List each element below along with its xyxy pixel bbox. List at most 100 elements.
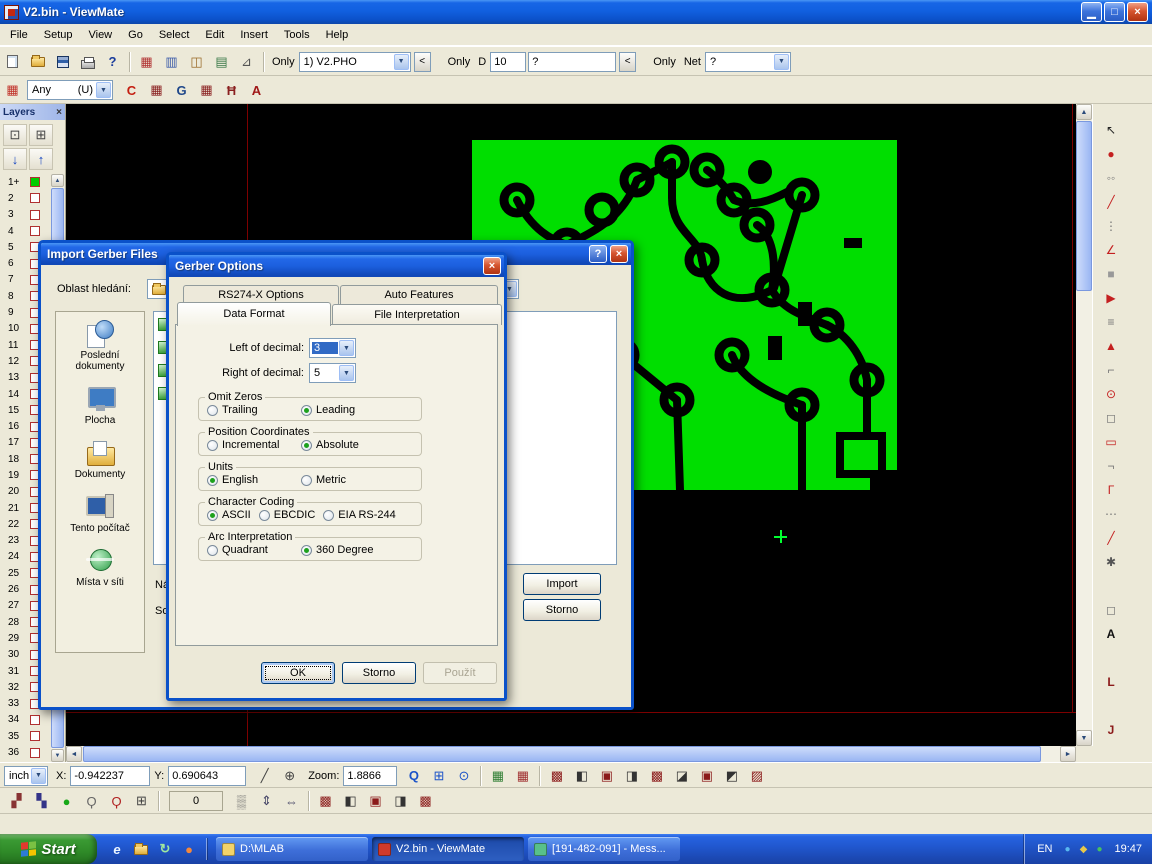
film-pattern-6-icon[interactable]: ◪ xyxy=(670,765,693,787)
chevron-down-icon[interactable]: ▼ xyxy=(96,82,111,98)
draw-arrow-icon[interactable]: ▶ xyxy=(1099,287,1123,309)
origin-icon[interactable]: ⊕ xyxy=(278,765,301,787)
cancel-button[interactable]: Storno xyxy=(342,662,416,684)
draw-circle-icon[interactable]: ⊙ xyxy=(1099,383,1123,405)
draw-slash-icon[interactable]: ╱ xyxy=(1099,527,1123,549)
layer-color-swatch[interactable] xyxy=(30,731,40,741)
radio-ebcdic[interactable]: EBCDIC xyxy=(259,509,316,521)
measure-icon[interactable]: ▥ xyxy=(160,51,183,73)
layer-color-swatch[interactable] xyxy=(30,177,40,187)
scroll-down-icon[interactable]: ▼ xyxy=(1076,730,1092,746)
levels-icon[interactable]: ≡ xyxy=(1099,311,1123,333)
radio-leading[interactable]: Leading xyxy=(301,404,355,416)
menu-go[interactable]: Go xyxy=(120,26,151,44)
dcode-input[interactable] xyxy=(490,52,526,72)
volume-tray-icon[interactable]: ◆ xyxy=(1075,841,1091,857)
signal-icon[interactable]: ● xyxy=(55,790,78,812)
radio-360-degree[interactable]: 360 Degree xyxy=(301,544,374,556)
ok-button[interactable]: OK xyxy=(261,662,335,684)
scroll-left-icon[interactable]: ◄ xyxy=(66,746,82,762)
radio-incremental[interactable]: Incremental xyxy=(207,439,293,451)
menu-view[interactable]: View xyxy=(80,26,120,44)
x-coordinate-field[interactable] xyxy=(70,766,150,786)
aperture-icon[interactable]: ▦ xyxy=(1,79,24,101)
film-pattern-7-icon[interactable]: ▣ xyxy=(695,765,718,787)
chevron-down-icon[interactable]: ▼ xyxy=(31,768,46,784)
tab-file-interpretation[interactable]: File Interpretation xyxy=(332,304,502,325)
layer-row-2[interactable]: 2 xyxy=(0,190,52,206)
only-layer-label[interactable]: Only xyxy=(272,56,295,68)
only-net-label[interactable]: Only xyxy=(653,56,676,68)
pad-pattern-4-icon[interactable]: ◨ xyxy=(389,790,412,812)
film-pattern-9-icon[interactable]: ▨ xyxy=(745,765,768,787)
layer-up-icon[interactable]: ↑ xyxy=(29,148,53,170)
grid-settings-icon[interactable]: ▦ xyxy=(135,51,158,73)
film-pattern-8-icon[interactable]: ◩ xyxy=(720,765,743,787)
grid-small-icon[interactable]: ⊞ xyxy=(130,790,153,812)
pad-pattern-1-icon[interactable]: ▩ xyxy=(314,790,337,812)
scroll-down-icon[interactable]: ▼ xyxy=(51,749,64,762)
place-documents[interactable]: Dokumenty xyxy=(56,439,144,480)
layer-color-swatch[interactable] xyxy=(30,193,40,203)
a-tool-icon[interactable]: A xyxy=(245,79,268,101)
stack-icon[interactable]: ◻ xyxy=(1099,407,1123,429)
scroll-up-icon[interactable]: ▲ xyxy=(51,174,64,187)
place-my-computer[interactable]: Tento počítač xyxy=(56,493,144,534)
radio-absolute[interactable]: Absolute xyxy=(301,439,359,451)
pad-grid-icon[interactable]: ▦ xyxy=(145,79,168,101)
menu-edit[interactable]: Edit xyxy=(197,26,232,44)
lasso-icon[interactable]: Ϙ xyxy=(80,790,103,812)
close-icon[interactable]: × xyxy=(610,245,628,263)
pad-pattern-3-icon[interactable]: ▣ xyxy=(364,790,387,812)
draw-rect-icon[interactable]: ▭ xyxy=(1099,431,1123,453)
highlight-icon[interactable]: ◫ xyxy=(185,51,208,73)
radio-quadrant[interactable]: Quadrant xyxy=(207,544,293,556)
draw-line-icon[interactable]: ╱ xyxy=(1099,191,1123,213)
chevron-down-icon[interactable]: ▼ xyxy=(394,54,409,70)
spare-slot-2-icon[interactable] xyxy=(1099,647,1123,669)
layer-down-icon[interactable]: ↓ xyxy=(3,148,27,170)
layer-row-1+[interactable]: 1+ xyxy=(0,174,52,190)
tab-auto-features[interactable]: Auto Features xyxy=(340,285,498,305)
layer-row-36[interactable]: 36 xyxy=(0,744,52,760)
highlight-point-icon[interactable]: ● xyxy=(1099,143,1123,165)
gerber-dialog-titlebar[interactable]: Gerber Options × xyxy=(169,255,504,277)
layer-color-swatch[interactable] xyxy=(30,210,40,220)
c-tool-icon[interactable]: C xyxy=(120,79,143,101)
dots-grid-icon[interactable]: ▒ xyxy=(230,790,253,812)
aperture-type-select[interactable]: Any (U) ▼ xyxy=(27,80,113,100)
spare-slot-icon[interactable] xyxy=(1099,575,1123,597)
menu-select[interactable]: Select xyxy=(151,26,198,44)
canvas-horizontal-scrollbar[interactable]: ◄ ► xyxy=(66,746,1076,762)
unit-select[interactable]: inch ▼ xyxy=(4,766,48,786)
spare-slot-3-icon[interactable] xyxy=(1099,695,1123,717)
layer-pad-icon[interactable]: ⊡ xyxy=(3,124,27,146)
new-file-icon[interactable] xyxy=(1,51,24,73)
layer-grid-icon[interactable]: ⊞ xyxy=(29,124,53,146)
place-recent-documents[interactable]: Poslední dokumenty xyxy=(56,320,144,372)
graph-icon[interactable]: ⊿ xyxy=(235,51,258,73)
report-icon[interactable]: ▤ xyxy=(210,51,233,73)
scroll-up-icon[interactable]: ▲ xyxy=(1076,104,1092,120)
menu-setup[interactable]: Setup xyxy=(36,26,81,44)
radio-eia-rs-244[interactable]: EIA RS-244 xyxy=(323,509,395,521)
corner-mode-icon[interactable]: ⌐ xyxy=(1099,359,1123,381)
messenger-tray-icon[interactable]: ● xyxy=(1091,841,1107,857)
grid-red-icon[interactable]: ▦ xyxy=(511,765,534,787)
language-indicator[interactable]: EN xyxy=(1037,843,1052,855)
place-network-places[interactable]: Místa v síti xyxy=(56,547,144,588)
y-coordinate-field[interactable] xyxy=(168,766,246,786)
pads-mode-icon[interactable]: ◦◦ xyxy=(1099,167,1123,189)
zoom-field[interactable] xyxy=(343,766,397,786)
context-help-icon[interactable]: ? xyxy=(101,51,124,73)
grid-green-icon[interactable]: ▦ xyxy=(486,765,509,787)
ie-icon[interactable]: e xyxy=(107,838,127,860)
layer-color-swatch[interactable] xyxy=(30,715,40,725)
trim-icon[interactable]: ¬ xyxy=(1099,455,1123,477)
j-shape-tool-icon[interactable]: J xyxy=(1099,719,1123,741)
layer-color-swatch[interactable] xyxy=(30,748,40,758)
radio-ascii[interactable]: ASCII xyxy=(207,509,251,521)
close-icon[interactable]: × xyxy=(56,107,62,118)
previous-dcode-button[interactable]: < xyxy=(619,52,636,72)
menu-tools[interactable]: Tools xyxy=(276,26,318,44)
